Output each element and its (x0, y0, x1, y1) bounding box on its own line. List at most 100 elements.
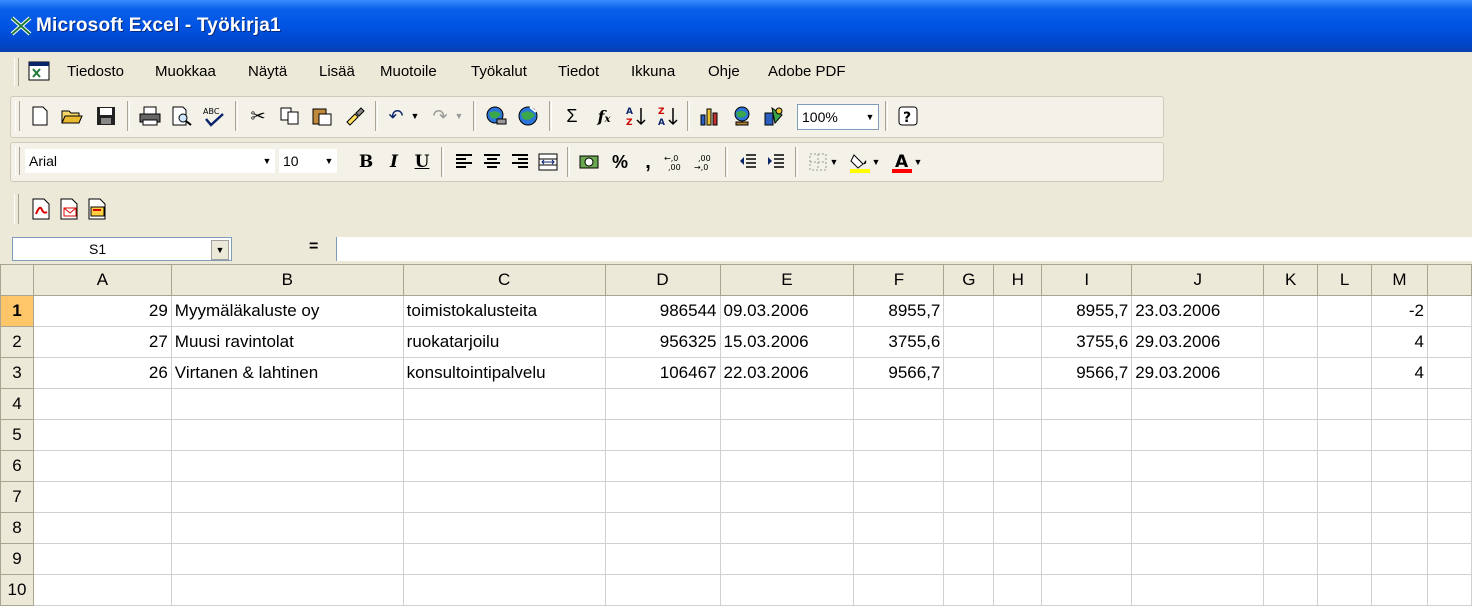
cell-h8[interactable] (993, 512, 1043, 544)
cell-filler[interactable] (1426, 543, 1472, 575)
cell-f10[interactable] (853, 574, 945, 606)
cell-m1[interactable]: -2 (1371, 295, 1428, 327)
cell-e6[interactable] (719, 450, 855, 482)
decrease-indent-icon[interactable] (733, 147, 763, 177)
cell-l1[interactable] (1317, 295, 1373, 327)
cell-l3[interactable] (1317, 357, 1373, 389)
font-name-dropdown-icon[interactable]: ▼ (259, 150, 275, 172)
convert-to-pdf-icon[interactable] (26, 194, 56, 224)
cell-a8[interactable] (32, 512, 172, 544)
cell-a4[interactable] (32, 388, 172, 420)
cell-a7[interactable] (32, 481, 172, 513)
cell-filler[interactable] (1426, 295, 1472, 327)
cell-j9[interactable] (1131, 543, 1265, 575)
cell-j5[interactable] (1131, 419, 1265, 451)
cell-k8[interactable] (1263, 512, 1319, 544)
print-preview-icon[interactable] (167, 101, 197, 131)
sort-descending-icon[interactable]: ZA (653, 101, 683, 131)
row-header[interactable]: 7 (0, 481, 34, 513)
euro-currency-icon[interactable] (575, 147, 605, 177)
cell-d6[interactable] (604, 450, 721, 482)
spelling-icon[interactable]: ABC (199, 101, 229, 131)
drawing-map-icon[interactable] (727, 101, 757, 131)
italic-icon[interactable]: I (379, 147, 409, 177)
cell-d9[interactable] (604, 543, 721, 575)
cell-e3[interactable]: 22.03.2006 (719, 357, 855, 389)
toolbar-grip[interactable] (14, 58, 19, 86)
cell-filler[interactable] (1426, 450, 1472, 482)
cell-g1[interactable] (943, 295, 995, 327)
cell-j2[interactable]: 29.03.2006 (1131, 326, 1265, 358)
cell-m10[interactable] (1371, 574, 1428, 606)
cell-c5[interactable] (402, 419, 606, 451)
cell-l5[interactable] (1317, 419, 1373, 451)
redo-dropdown-icon[interactable]: ▼ (451, 101, 467, 131)
column-header-i[interactable]: I (1041, 264, 1133, 296)
cut-icon[interactable]: ✂ (243, 101, 273, 131)
font-size-combobox[interactable]: 10 ▼ (279, 149, 337, 173)
menu-tyokalut[interactable]: Työkalut (471, 63, 527, 80)
cell-filler[interactable] (1426, 574, 1472, 606)
cell-i6[interactable] (1041, 450, 1133, 482)
cell-b6[interactable] (170, 450, 404, 482)
cell-f3[interactable]: 9566,7 (853, 357, 945, 389)
name-box[interactable]: S1 ▼ (12, 237, 232, 261)
menu-adobe-pdf[interactable]: Adobe PDF (768, 63, 846, 80)
cell-m8[interactable] (1371, 512, 1428, 544)
cell-j7[interactable] (1131, 481, 1265, 513)
cell-k5[interactable] (1263, 419, 1319, 451)
comma-style-icon[interactable]: , (633, 147, 663, 177)
convert-and-email-pdf-icon[interactable] (54, 194, 84, 224)
cell-filler[interactable] (1426, 512, 1472, 544)
cell-b7[interactable] (170, 481, 404, 513)
cell-k7[interactable] (1263, 481, 1319, 513)
cell-e9[interactable] (719, 543, 855, 575)
cell-e5[interactable] (719, 419, 855, 451)
new-icon[interactable] (25, 101, 55, 131)
cell-k1[interactable] (1263, 295, 1319, 327)
column-header-f[interactable]: F (853, 264, 945, 296)
cell-j8[interactable] (1131, 512, 1265, 544)
fill-color-dropdown-icon[interactable]: ▼ (869, 147, 883, 177)
sort-ascending-icon[interactable]: AZ (621, 101, 651, 131)
cell-e4[interactable] (719, 388, 855, 420)
cell-m6[interactable] (1371, 450, 1428, 482)
cell-f7[interactable] (853, 481, 945, 513)
cell-d4[interactable] (604, 388, 721, 420)
cell-d1[interactable]: 986544 (604, 295, 721, 327)
copy-icon[interactable] (275, 101, 305, 131)
cell-l2[interactable] (1317, 326, 1373, 358)
cell-f4[interactable] (853, 388, 945, 420)
cell-b2[interactable]: Muusi ravintolat (170, 326, 404, 358)
cell-g7[interactable] (943, 481, 995, 513)
web-toolbar-icon[interactable] (513, 101, 543, 131)
cell-a5[interactable] (32, 419, 172, 451)
cell-l7[interactable] (1317, 481, 1373, 513)
formula-input[interactable] (336, 237, 1472, 261)
cell-l9[interactable] (1317, 543, 1373, 575)
cell-k2[interactable] (1263, 326, 1319, 358)
cell-l8[interactable] (1317, 512, 1373, 544)
cell-b4[interactable] (170, 388, 404, 420)
menu-lisaa[interactable]: Lisää (319, 63, 355, 80)
cell-g6[interactable] (943, 450, 995, 482)
cell-e7[interactable] (719, 481, 855, 513)
cell-i10[interactable] (1041, 574, 1133, 606)
cell-i2[interactable]: 3755,6 (1041, 326, 1133, 358)
cell-d10[interactable] (604, 574, 721, 606)
zoom-combobox[interactable]: 100% ▼ (797, 104, 879, 130)
formula-equals-button[interactable]: = (309, 238, 318, 256)
cell-c10[interactable] (402, 574, 606, 606)
row-header[interactable]: 9 (0, 543, 34, 575)
cell-filler[interactable] (1426, 388, 1472, 420)
cell-a1[interactable]: 29 (32, 295, 172, 327)
cell-c1[interactable]: toimistokalusteita (402, 295, 606, 327)
cell-c9[interactable] (402, 543, 606, 575)
cell-a2[interactable]: 27 (32, 326, 172, 358)
column-header-h[interactable]: H (993, 264, 1043, 296)
cell-filler[interactable] (1426, 419, 1472, 451)
paste-icon[interactable] (307, 101, 337, 131)
row-header[interactable]: 3 (0, 357, 34, 389)
cell-l4[interactable] (1317, 388, 1373, 420)
bold-icon[interactable]: B (351, 147, 381, 177)
